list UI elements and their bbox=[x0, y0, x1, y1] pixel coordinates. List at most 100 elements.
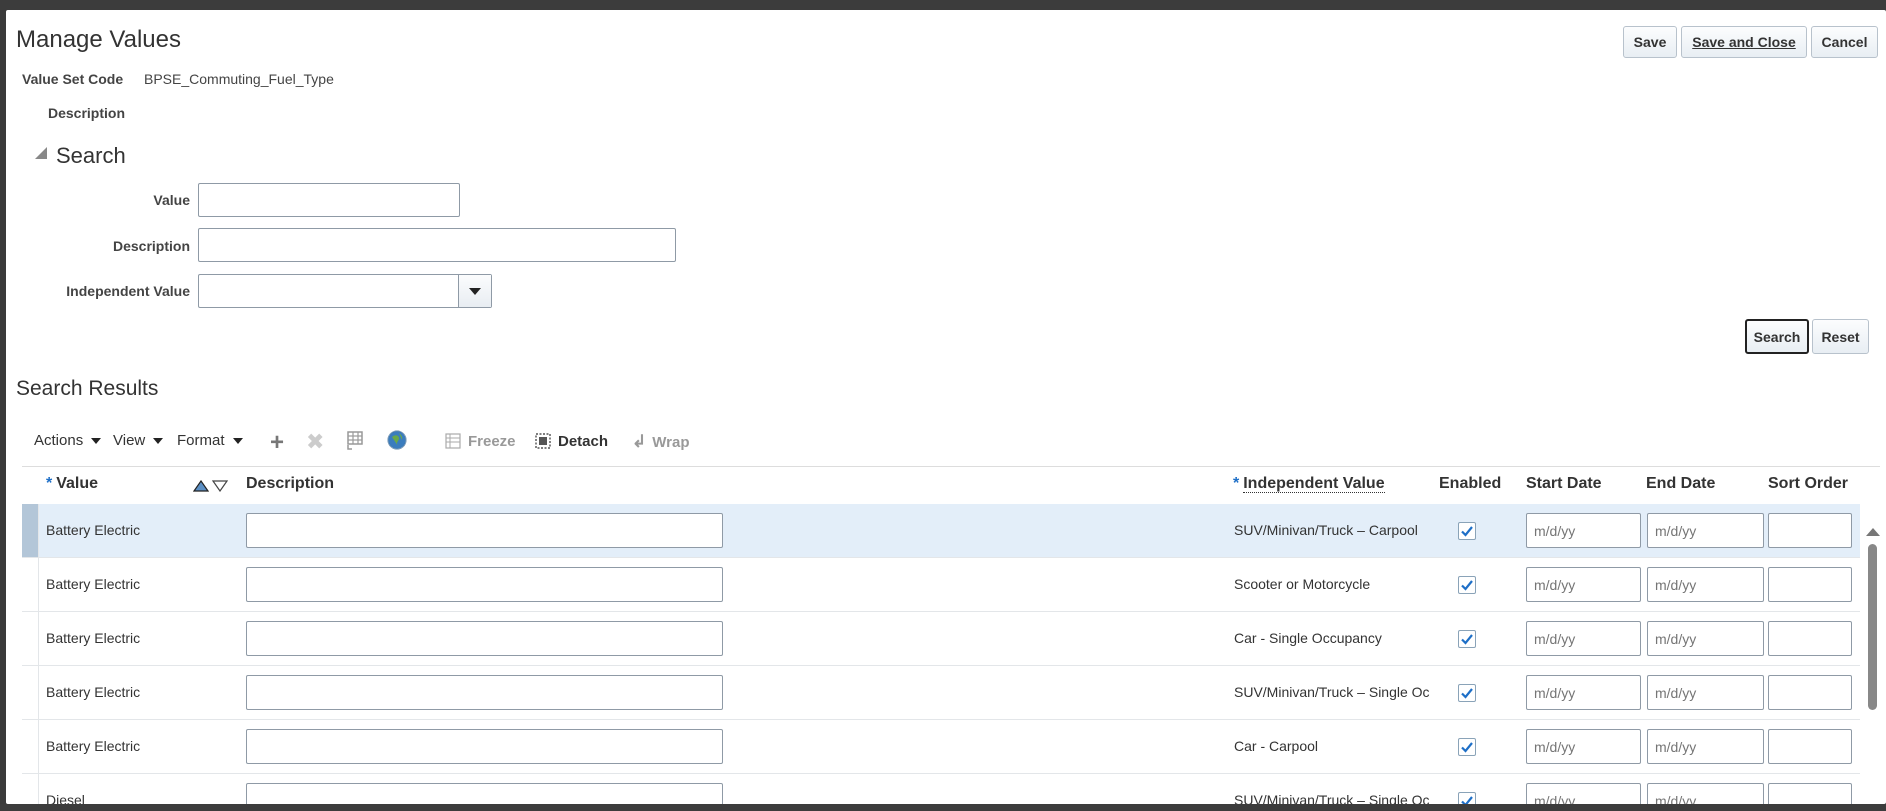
cell-description-input[interactable] bbox=[246, 567, 723, 602]
results-vertical-scrollbar[interactable] bbox=[1864, 524, 1880, 804]
column-header-enabled[interactable]: Enabled bbox=[1439, 475, 1501, 493]
independent-value-dropdown-button[interactable] bbox=[458, 275, 491, 307]
enabled-checkbox[interactable] bbox=[1458, 792, 1476, 804]
value-set-code-label: Value Set Code bbox=[22, 71, 124, 87]
end-date-input[interactable] bbox=[1647, 783, 1764, 804]
delete-row-icon[interactable]: ✖ bbox=[306, 429, 324, 455]
freeze-icon bbox=[445, 433, 461, 449]
row-selector[interactable] bbox=[22, 504, 39, 557]
column-header-end-date[interactable]: End Date bbox=[1646, 475, 1715, 493]
row-selector[interactable] bbox=[22, 774, 39, 804]
enabled-checkbox[interactable] bbox=[1458, 576, 1476, 594]
start-date-input[interactable] bbox=[1526, 621, 1641, 656]
detach-icon bbox=[535, 433, 551, 449]
scrollbar-thumb[interactable] bbox=[1868, 544, 1877, 710]
end-date-input[interactable] bbox=[1647, 675, 1764, 710]
enabled-checkbox[interactable] bbox=[1458, 522, 1476, 540]
checkmark-icon bbox=[1461, 742, 1473, 753]
cell-description-input[interactable] bbox=[246, 783, 723, 804]
column-header-independent-value[interactable]: * Independent Value bbox=[1233, 475, 1385, 493]
start-date-input[interactable] bbox=[1526, 783, 1641, 804]
cell-description-input[interactable] bbox=[246, 675, 723, 710]
detach-button[interactable]: Detach bbox=[534, 432, 608, 450]
start-date-input[interactable] bbox=[1526, 729, 1641, 764]
scroll-up-icon[interactable] bbox=[1866, 528, 1880, 536]
table-row[interactable]: Battery Electric Scooter or Motorcycle bbox=[22, 558, 1860, 612]
sort-descending-icon[interactable] bbox=[212, 480, 228, 492]
row-selector[interactable] bbox=[22, 558, 39, 611]
row-selector[interactable] bbox=[22, 666, 39, 719]
cell-description-input[interactable] bbox=[246, 729, 723, 764]
sort-order-input[interactable] bbox=[1768, 513, 1852, 548]
chevron-down-icon bbox=[91, 437, 102, 444]
sort-order-input[interactable] bbox=[1768, 783, 1852, 804]
enabled-checkbox[interactable] bbox=[1458, 684, 1476, 702]
add-row-icon[interactable]: + bbox=[270, 429, 284, 457]
search-value-label: Value bbox=[153, 192, 190, 208]
view-menu[interactable]: View bbox=[113, 432, 164, 449]
sort-order-input[interactable] bbox=[1768, 675, 1852, 710]
row-selector[interactable] bbox=[22, 720, 39, 773]
cancel-button[interactable]: Cancel bbox=[1811, 26, 1878, 58]
sort-order-input[interactable] bbox=[1768, 729, 1852, 764]
column-header-value[interactable]: * Value bbox=[46, 475, 98, 493]
cell-description-input[interactable] bbox=[246, 621, 723, 656]
reset-button[interactable]: Reset bbox=[1812, 319, 1869, 354]
search-description-input[interactable] bbox=[198, 228, 676, 262]
cell-description-input[interactable] bbox=[246, 513, 723, 548]
chevron-down-icon bbox=[232, 437, 243, 444]
column-header-start-date[interactable]: Start Date bbox=[1526, 475, 1602, 493]
search-button[interactable]: Search bbox=[1745, 319, 1809, 354]
results-grid bbox=[22, 466, 1880, 467]
globe-icon[interactable] bbox=[386, 429, 408, 457]
query-by-example-icon[interactable] bbox=[345, 430, 365, 456]
table-row[interactable]: Diesel SUV/Minivan/Truck – Single Occupa… bbox=[22, 774, 1860, 804]
table-row[interactable]: Battery Electric SUV/Minivan/Truck – Car… bbox=[22, 504, 1860, 558]
column-header-sort-order[interactable]: Sort Order bbox=[1768, 475, 1848, 493]
cell-value: Battery Electric bbox=[46, 522, 141, 538]
column-header-description[interactable]: Description bbox=[246, 475, 334, 493]
start-date-input[interactable] bbox=[1526, 675, 1641, 710]
search-section-title[interactable]: Search bbox=[56, 143, 126, 169]
freeze-button[interactable]: Freeze bbox=[444, 432, 516, 450]
sort-order-input[interactable] bbox=[1768, 621, 1852, 656]
end-date-input[interactable] bbox=[1647, 567, 1764, 602]
cell-value: Battery Electric bbox=[46, 738, 141, 754]
search-results-title: Search Results bbox=[16, 377, 159, 400]
sort-ascending-icon[interactable] bbox=[193, 480, 209, 492]
independent-value-select[interactable] bbox=[198, 274, 492, 308]
collapse-search-icon[interactable] bbox=[35, 147, 47, 159]
cell-independent-value: SUV/Minivan/Truck – Single Occupancy bbox=[1234, 684, 1430, 700]
description-label: Description bbox=[48, 105, 126, 121]
sort-controls[interactable] bbox=[193, 480, 228, 492]
end-date-input[interactable] bbox=[1647, 621, 1764, 656]
sort-order-input[interactable] bbox=[1768, 567, 1852, 602]
start-date-input[interactable] bbox=[1526, 567, 1641, 602]
wrap-label: Wrap bbox=[652, 433, 690, 451]
value-set-code-value: BPSE_Commuting_Fuel_Type bbox=[144, 71, 334, 87]
search-value-input[interactable] bbox=[198, 183, 460, 217]
table-row[interactable]: Battery Electric Car - Carpool bbox=[22, 720, 1860, 774]
cell-value: Battery Electric bbox=[46, 684, 141, 700]
enabled-checkbox[interactable] bbox=[1458, 738, 1476, 756]
cell-value: Diesel bbox=[46, 792, 85, 804]
chevron-down-icon bbox=[469, 287, 481, 295]
enabled-checkbox[interactable] bbox=[1458, 630, 1476, 648]
end-date-input[interactable] bbox=[1647, 513, 1764, 548]
cell-independent-value: Car - Carpool bbox=[1234, 738, 1319, 754]
format-menu[interactable]: Format bbox=[177, 432, 243, 449]
save-and-close-label: Save and Close bbox=[1692, 34, 1796, 50]
search-independent-value-label: Independent Value bbox=[66, 283, 190, 299]
start-date-input[interactable] bbox=[1526, 513, 1641, 548]
end-date-input[interactable] bbox=[1647, 729, 1764, 764]
table-row[interactable]: Battery Electric Car - Single Occupancy bbox=[22, 612, 1860, 666]
table-row[interactable]: Battery Electric SUV/Minivan/Truck – Sin… bbox=[22, 666, 1860, 720]
wrap-button[interactable]: ↲ Wrap bbox=[632, 432, 689, 452]
actions-menu[interactable]: Actions bbox=[34, 432, 102, 449]
freeze-label: Freeze bbox=[468, 432, 516, 450]
checkmark-icon bbox=[1461, 688, 1473, 699]
save-button[interactable]: Save bbox=[1623, 26, 1677, 58]
row-selector[interactable] bbox=[22, 612, 39, 665]
window-top-bar bbox=[0, 0, 1886, 10]
save-and-close-button[interactable]: Save and Close bbox=[1681, 26, 1807, 58]
